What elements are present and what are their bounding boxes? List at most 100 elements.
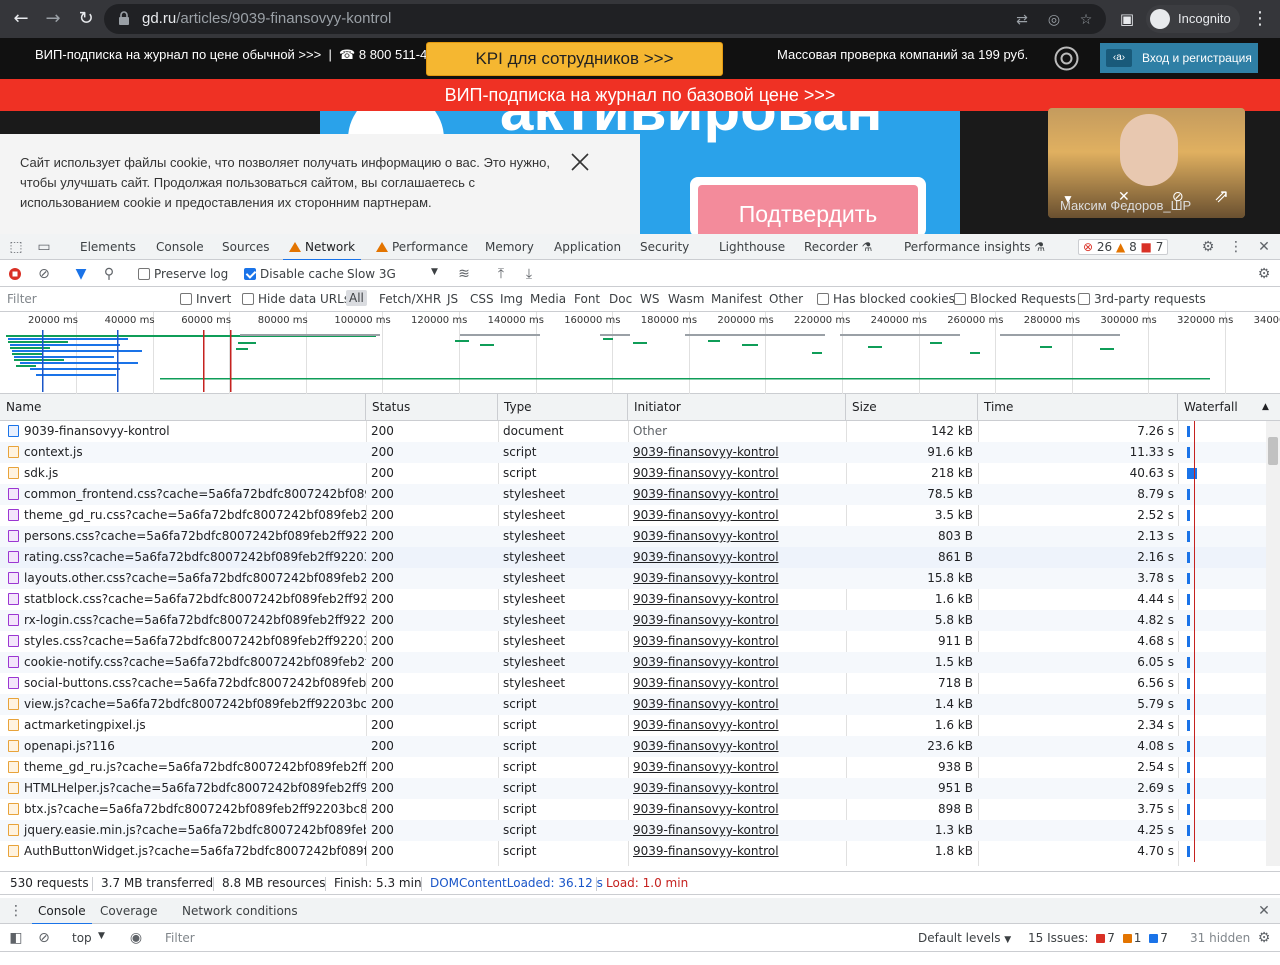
- throttle-select[interactable]: Slow 3G ▼: [347, 267, 443, 281]
- kpi-button[interactable]: KPI для сотрудников >>>: [426, 42, 723, 76]
- console-sidebar-icon[interactable]: ◧: [8, 930, 24, 946]
- more-options-icon[interactable]: ⋮: [1228, 239, 1244, 255]
- request-name[interactable]: theme_gd_ru.css?cache=5a6fa72bdfc8007242…: [8, 505, 366, 526]
- browser-menu-icon[interactable]: ⋮: [1248, 7, 1272, 31]
- table-row[interactable]: openapi.js?116 200 script 9039-finansovyy-k…: [0, 736, 1266, 757]
- tab-network[interactable]: Network: [282, 240, 362, 261]
- table-row[interactable]: theme_gd_ru.css?cache=5a6fa72bdfc8007242…: [0, 505, 1266, 526]
- table-scrollbar[interactable]: [1266, 421, 1280, 866]
- request-initiator[interactable]: 9039-finansovyy-kontrol: [633, 841, 841, 862]
- filter-type-img[interactable]: Img: [500, 292, 523, 306]
- request-initiator[interactable]: 9039-finansovyy-kontrol: [633, 547, 841, 568]
- table-row[interactable]: social-buttons.css?cache=5a6fa72bdfc8007…: [0, 673, 1266, 694]
- scrollbar-thumb[interactable]: [1268, 437, 1278, 465]
- import-har-icon[interactable]: ⤒: [493, 266, 509, 282]
- table-row[interactable]: cookie-notify.css?cache=5a6fa72bdfc80072…: [0, 652, 1266, 673]
- third-party-checkbox[interactable]: 3rd-party requests: [1078, 292, 1206, 306]
- column-type[interactable]: Type: [498, 394, 628, 421]
- login-button[interactable]: ‹a› Вход и регистрация: [1100, 43, 1258, 73]
- request-name[interactable]: sdk.js: [8, 463, 366, 484]
- request-name[interactable]: cookie-notify.css?cache=5a6fa72bdfc80072…: [8, 652, 366, 673]
- request-initiator[interactable]: 9039-finansovyy-kontrol: [633, 484, 841, 505]
- tab-performance[interactable]: Performance: [376, 240, 468, 254]
- filter-type-all[interactable]: All: [346, 290, 367, 306]
- preserve-log-checkbox[interactable]: Preserve log: [138, 267, 228, 281]
- request-initiator[interactable]: 9039-finansovyy-kontrol: [633, 505, 841, 526]
- request-name[interactable]: persons.css?cache=5a6fa72bdfc8007242bf08…: [8, 526, 366, 547]
- confirm-button[interactable]: Подтвердить: [698, 185, 918, 234]
- table-row[interactable]: common_frontend.css?cache=5a6fa72bdfc800…: [0, 484, 1266, 505]
- blocked-requests-checkbox[interactable]: Blocked Requests: [954, 292, 1076, 306]
- table-row[interactable]: layouts.other.css?cache=5a6fa72bdfc80072…: [0, 568, 1266, 589]
- live-expression-eye-icon[interactable]: ◉: [128, 930, 144, 946]
- request-initiator[interactable]: 9039-finansovyy-kontrol: [633, 652, 841, 673]
- network-conditions-icon[interactable]: ≋: [456, 266, 472, 282]
- table-row[interactable]: rating.css?cache=5a6fa72bdfc8007242bf089…: [0, 547, 1266, 568]
- close-devtools-icon[interactable]: ✕: [1256, 239, 1272, 255]
- reload-icon[interactable]: ↻: [74, 7, 98, 31]
- search-icon[interactable]: ⚲: [101, 266, 117, 282]
- table-row[interactable]: jquery.easie.min.js?cache=5a6fa72bdfc800…: [0, 820, 1266, 841]
- console-settings-icon[interactable]: ⚙: [1256, 930, 1272, 946]
- filter-type-wasm[interactable]: Wasm: [668, 292, 704, 306]
- filter-icon[interactable]: ▼: [73, 266, 89, 282]
- request-name[interactable]: actmarketingpixel.js: [8, 715, 366, 736]
- tab-security[interactable]: Security: [640, 240, 689, 254]
- column-status[interactable]: Status: [366, 394, 498, 421]
- settings-gear-icon[interactable]: ⚙: [1200, 239, 1216, 255]
- filter-type-other[interactable]: Other: [769, 292, 803, 306]
- lifebuoy-icon[interactable]: [1053, 45, 1080, 72]
- request-name[interactable]: HTMLHelper.js?cache=5a6fa72bdfc8007242bf…: [8, 778, 366, 799]
- table-row[interactable]: statblock.css?cache=5a6fa72bdfc8007242bf…: [0, 589, 1266, 610]
- blocked-cookies-checkbox[interactable]: Has blocked cookies: [817, 292, 955, 306]
- tab-application[interactable]: Application: [554, 240, 621, 254]
- topbar-vip-link[interactable]: ВИП-подписка на журнал по цене обычной >…: [35, 47, 427, 63]
- drawer-menu-icon[interactable]: ⋮: [8, 903, 24, 919]
- filter-type-css[interactable]: CSS: [470, 292, 494, 306]
- request-initiator[interactable]: 9039-finansovyy-kontrol: [633, 820, 841, 841]
- table-row[interactable]: persons.css?cache=5a6fa72bdfc8007242bf08…: [0, 526, 1266, 547]
- request-name[interactable]: AuthButtonWidget.js?cache=5a6fa72bdfc800…: [8, 841, 366, 862]
- filter-type-doc[interactable]: Doc: [609, 292, 632, 306]
- column-initiator[interactable]: Initiator: [628, 394, 846, 421]
- filter-type-manifest[interactable]: Manifest: [711, 292, 762, 306]
- tab-memory[interactable]: Memory: [485, 240, 534, 254]
- request-name[interactable]: layouts.other.css?cache=5a6fa72bdfc80072…: [8, 568, 366, 589]
- network-settings-icon[interactable]: ⚙: [1256, 266, 1272, 282]
- tab-sources[interactable]: Sources: [222, 240, 269, 254]
- request-name[interactable]: rx-login.css?cache=5a6fa72bdfc8007242bf0…: [8, 610, 366, 631]
- table-row[interactable]: btx.js?cache=5a6fa72bdfc8007242bf089feb2…: [0, 799, 1266, 820]
- drawer-tab-console[interactable]: Console: [32, 904, 92, 925]
- mass-check-link[interactable]: Массовая проверка компаний за 199 руб.: [777, 47, 1028, 62]
- request-initiator[interactable]: 9039-finansovyy-kontrol: [633, 694, 841, 715]
- request-name[interactable]: statblock.css?cache=5a6fa72bdfc8007242bf…: [8, 589, 366, 610]
- clear-console-icon[interactable]: ⊘: [36, 930, 52, 946]
- request-initiator[interactable]: 9039-finansovyy-kontrol: [633, 589, 841, 610]
- request-initiator[interactable]: 9039-finansovyy-kontrol: [633, 463, 841, 484]
- request-name[interactable]: styles.css?cache=5a6fa72bdfc8007242bf089…: [8, 631, 366, 652]
- bookmark-star-icon[interactable]: ☆: [1078, 12, 1094, 28]
- console-filter-input[interactable]: Filter: [165, 931, 905, 945]
- request-name[interactable]: 9039-finansovyy-kontrol: [8, 421, 366, 442]
- record-stop-icon[interactable]: [8, 267, 22, 281]
- table-row[interactable]: context.js 200 script 9039-finansovyy-kontr…: [0, 442, 1266, 463]
- invert-checkbox[interactable]: Invert: [180, 292, 231, 306]
- request-initiator[interactable]: 9039-finansovyy-kontrol: [633, 673, 841, 694]
- tab-console[interactable]: Console: [156, 240, 204, 254]
- request-name[interactable]: btx.js?cache=5a6fa72bdfc8007242bf089feb2…: [8, 799, 366, 820]
- clear-icon[interactable]: ⊘: [36, 266, 52, 282]
- tab-recorder[interactable]: Recorder ⚗: [804, 240, 872, 254]
- request-name[interactable]: rating.css?cache=5a6fa72bdfc8007242bf089…: [8, 547, 366, 568]
- disable-cache-checkbox[interactable]: Disable cache: [244, 267, 344, 281]
- request-name[interactable]: common_frontend.css?cache=5a6fa72bdfc800…: [8, 484, 366, 505]
- table-row[interactable]: styles.css?cache=5a6fa72bdfc8007242bf089…: [0, 631, 1266, 652]
- request-name[interactable]: view.js?cache=5a6fa72bdfc8007242bf089feb…: [8, 694, 366, 715]
- side-panel-icon[interactable]: ▣: [1115, 7, 1139, 31]
- eye-off-icon[interactable]: ◎: [1046, 12, 1062, 28]
- close-icon[interactable]: [570, 152, 590, 172]
- table-row[interactable]: sdk.js 200 script 9039-finansovyy-kontrol 21…: [0, 463, 1266, 484]
- forward-icon[interactable]: →: [41, 7, 65, 31]
- translate-icon[interactable]: ⇄: [1014, 12, 1030, 28]
- request-name[interactable]: jquery.easie.min.js?cache=5a6fa72bdfc800…: [8, 820, 366, 841]
- table-row[interactable]: rx-login.css?cache=5a6fa72bdfc8007242bf0…: [0, 610, 1266, 631]
